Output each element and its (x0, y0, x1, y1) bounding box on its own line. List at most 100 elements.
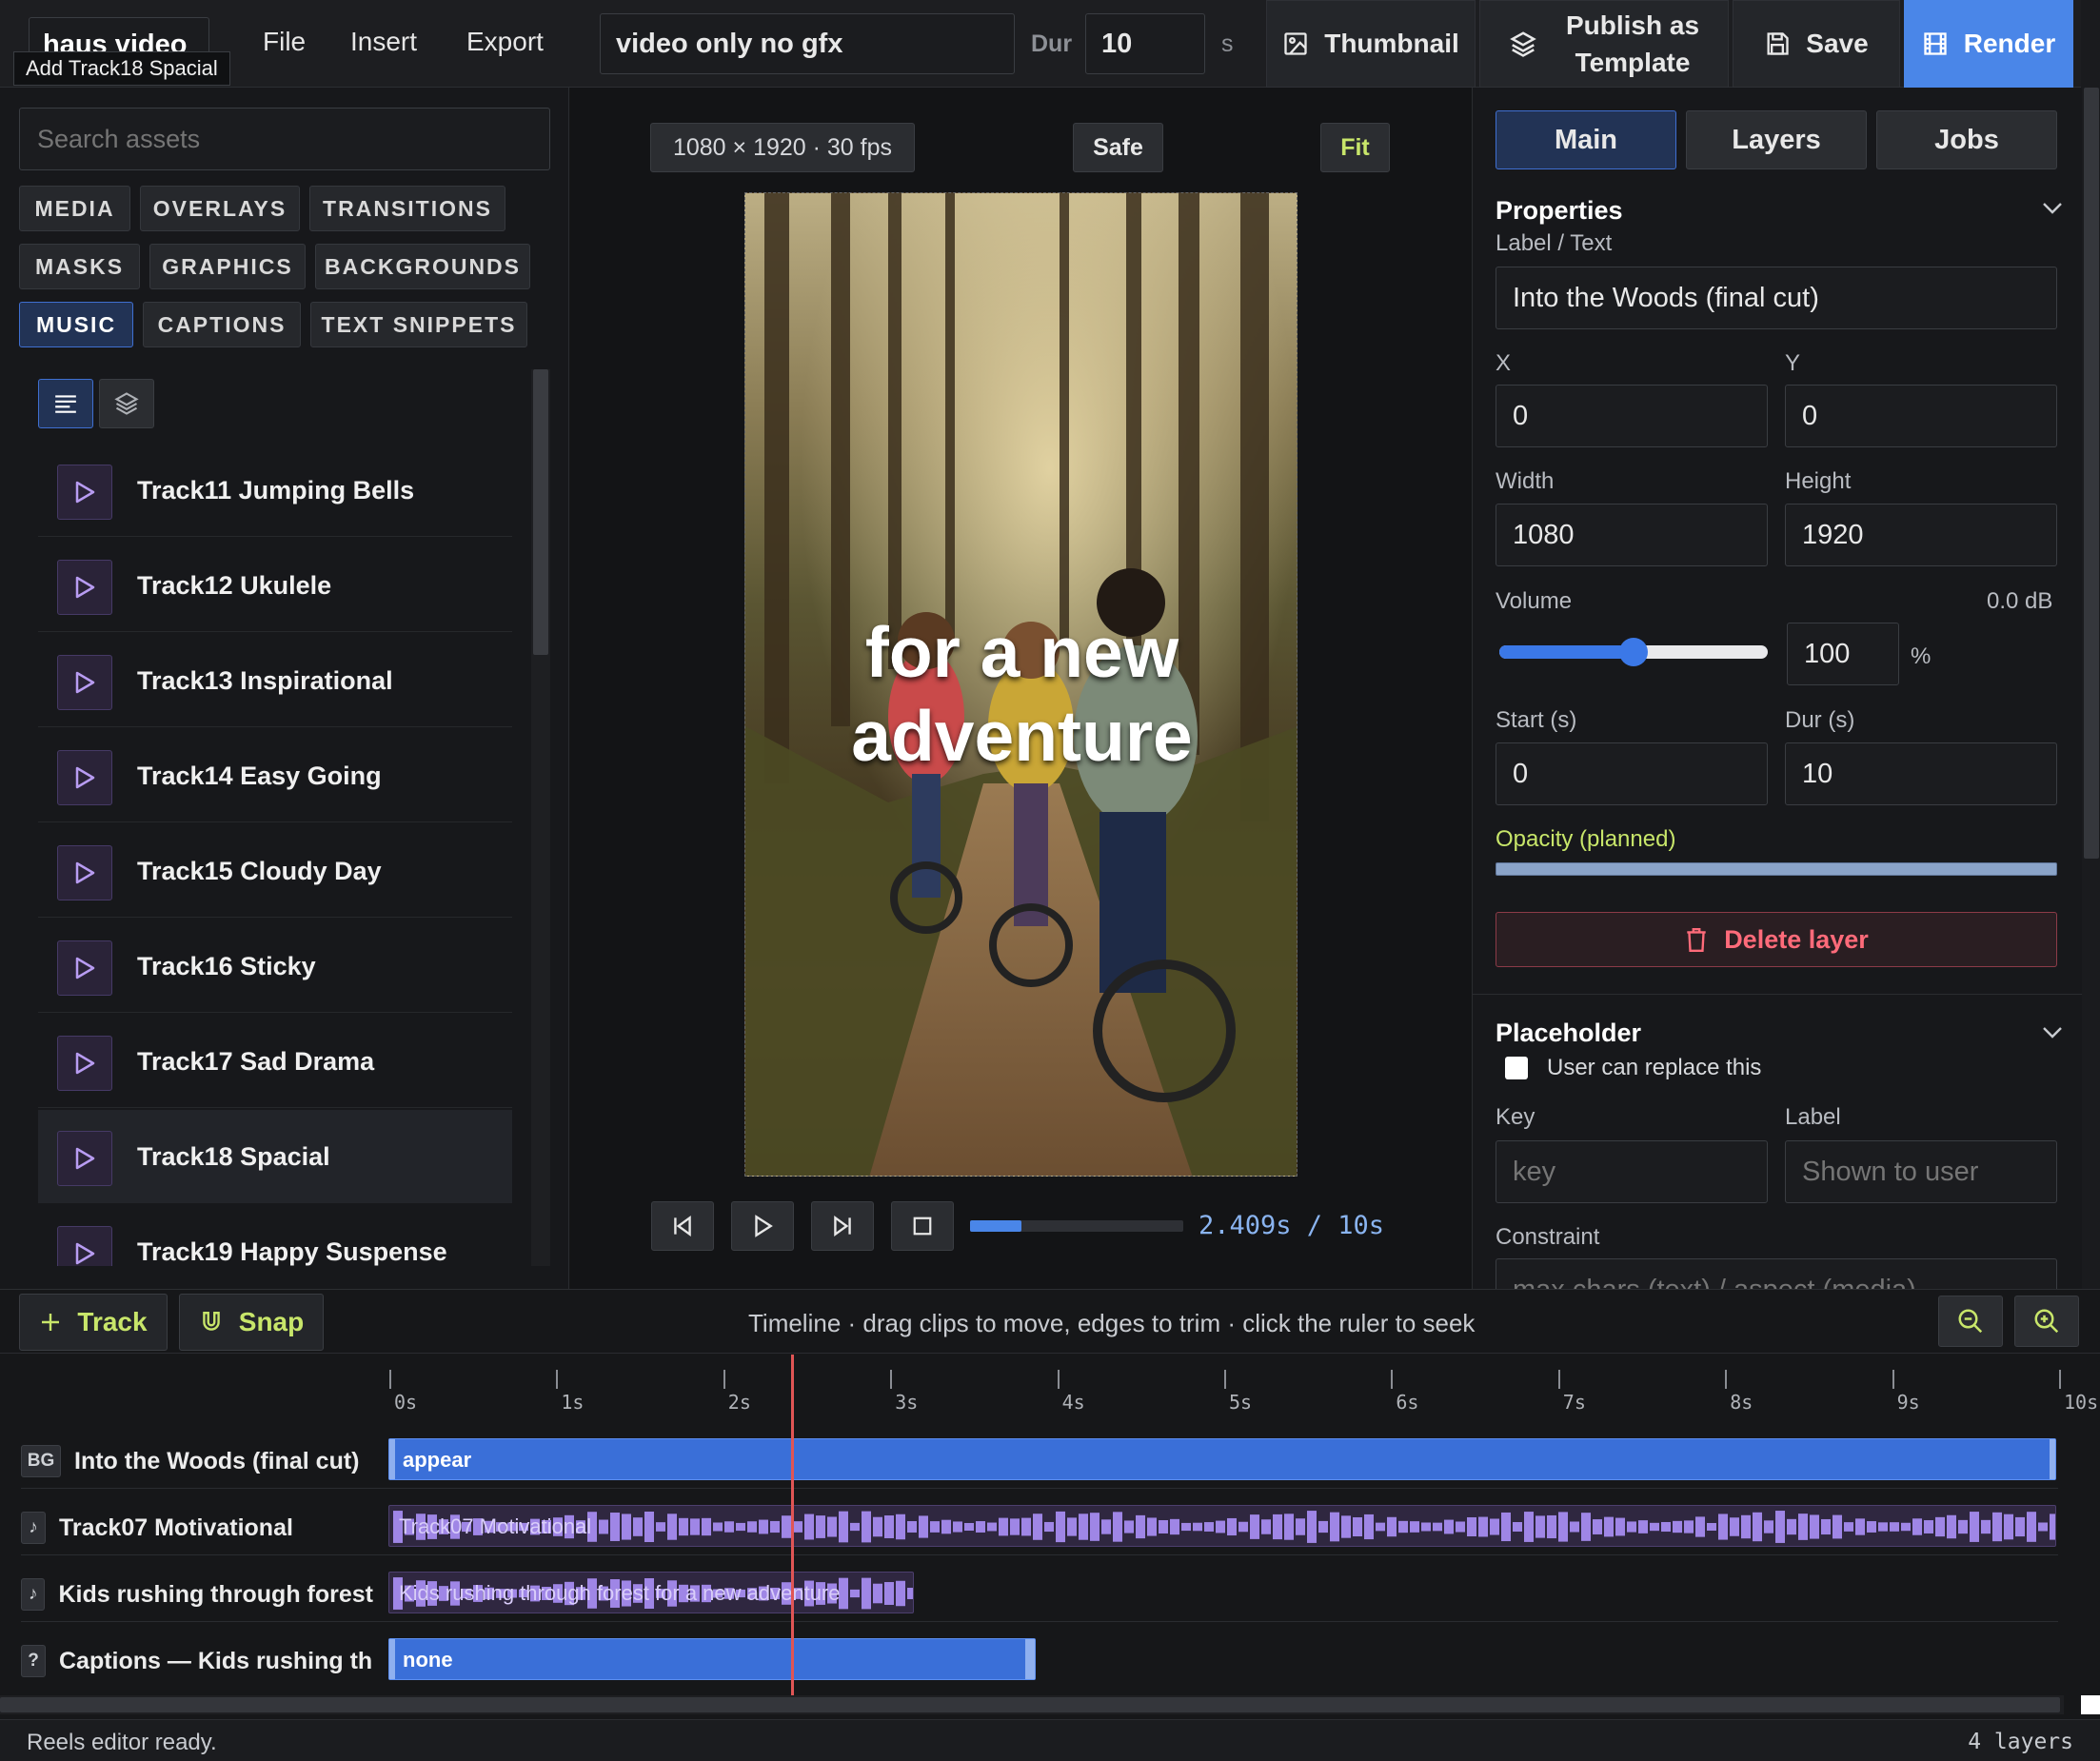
category-text-snippets[interactable]: TEXT SNIPPETS (310, 302, 527, 347)
skip-forward-button[interactable] (811, 1201, 874, 1251)
constraint-input[interactable] (1496, 1258, 2057, 1289)
category-media[interactable]: MEDIA (19, 186, 130, 231)
music-track-item[interactable]: Track15 Cloudy Day (38, 824, 512, 918)
width-label: Width (1496, 468, 1555, 494)
delete-layer-label: Delete layer (1724, 924, 1869, 954)
waveform-bar (1833, 1514, 1842, 1539)
play-icon[interactable] (57, 1131, 112, 1186)
dur-input[interactable] (1785, 742, 2057, 805)
ruler-tick (1725, 1370, 1728, 1389)
width-input[interactable] (1496, 504, 1768, 566)
waveform-bar (1764, 1520, 1773, 1533)
caption-overlay[interactable]: for a new adventure (745, 610, 1297, 778)
music-track-item[interactable]: Track17 Sad Drama (38, 1015, 512, 1108)
tab-main[interactable]: Main (1496, 110, 1676, 169)
play-button[interactable] (731, 1201, 794, 1251)
waveform-bar (976, 1521, 985, 1533)
play-icon[interactable] (57, 1036, 112, 1091)
category-music[interactable]: MUSIC (19, 302, 133, 347)
waveform-bar (1067, 1517, 1077, 1536)
window-scrollbar[interactable] (2081, 0, 2100, 88)
inspector-scrollbar[interactable] (2082, 88, 2100, 1289)
tab-jobs[interactable]: Jobs (1876, 110, 2057, 169)
category-masks[interactable]: MASKS (19, 244, 140, 289)
play-icon[interactable] (57, 655, 112, 710)
play-icon[interactable] (57, 1226, 112, 1266)
render-button[interactable]: Render (1904, 0, 2073, 88)
start-input[interactable] (1496, 742, 1768, 805)
thumbnail-button[interactable]: Thumbnail (1266, 0, 1476, 88)
audio-clip[interactable]: Kids rushing through forest for a new ad… (388, 1572, 914, 1613)
y-input[interactable] (1785, 385, 2057, 447)
timeline-ruler[interactable]: 0s 1s 2s 3s 4s 5s 6s 7s 8s 9s 10s (0, 1290, 2098, 1423)
music-track-item[interactable]: Track12 Ukulele (38, 539, 512, 632)
waveform-bar (1707, 1522, 1716, 1532)
key-input[interactable] (1496, 1140, 1768, 1203)
project-name-input[interactable] (600, 13, 1015, 74)
waveform-bar (1238, 1521, 1248, 1533)
music-track-item[interactable]: Track11 Jumping Bells (38, 444, 512, 537)
duration-input[interactable] (1085, 13, 1205, 74)
category-overlays[interactable]: OVERLAYS (140, 186, 300, 231)
tab-layers[interactable]: Layers (1686, 110, 1867, 169)
waveform-bar (656, 1522, 665, 1532)
playhead[interactable] (790, 1355, 794, 1695)
menu-file[interactable]: File (263, 27, 306, 57)
playback-progress[interactable] (970, 1220, 1183, 1232)
caption-clip[interactable]: none (388, 1638, 1036, 1680)
replace-checkbox[interactable] (1505, 1057, 1528, 1079)
opacity-bar[interactable] (1496, 862, 2057, 876)
stop-button[interactable] (891, 1201, 954, 1251)
audio-clip[interactable]: Track07 Motivational (388, 1505, 2056, 1547)
scrollbar-thumb[interactable] (2084, 88, 2099, 859)
play-icon[interactable] (57, 750, 112, 805)
chevron-down-icon[interactable] (2042, 202, 2063, 215)
label-text-input[interactable] (1496, 267, 2057, 329)
list-view-toggle[interactable] (38, 379, 93, 428)
category-transitions[interactable]: TRANSITIONS (309, 186, 505, 231)
waveform-bar (873, 1583, 882, 1604)
ruler-tick (1391, 1370, 1394, 1389)
resize-corner[interactable] (2081, 1695, 2100, 1714)
chevron-down-icon[interactable] (2042, 1026, 2063, 1039)
publish-label-2: Template (1575, 48, 1691, 77)
save-button[interactable]: Save (1733, 0, 1900, 88)
play-icon[interactable] (57, 940, 112, 996)
video-clip[interactable]: appear (388, 1438, 2056, 1480)
scrollbar-thumb[interactable] (0, 1697, 2060, 1712)
category-graphics[interactable]: GRAPHICS (149, 244, 306, 289)
audio-waveform (393, 1511, 2055, 1543)
music-track-item-selected[interactable]: Track18 Spacial (38, 1110, 512, 1203)
play-icon[interactable] (57, 465, 112, 520)
volume-slider-thumb[interactable] (1619, 638, 1648, 666)
timeline-horizontal-scrollbar[interactable] (0, 1695, 2064, 1714)
fit-button[interactable]: Fit (1320, 123, 1390, 172)
music-track-item[interactable]: Track16 Sticky (38, 920, 512, 1013)
waveform-bar (1170, 1518, 1179, 1535)
play-icon[interactable] (57, 560, 112, 615)
safe-area-button[interactable]: Safe (1073, 123, 1163, 172)
x-input[interactable] (1496, 385, 1768, 447)
music-track-item[interactable]: Track14 Easy Going (38, 729, 512, 822)
category-backgrounds[interactable]: BACKGROUNDS (315, 244, 530, 289)
label-input[interactable] (1785, 1140, 2057, 1203)
skip-back-button[interactable] (651, 1201, 714, 1251)
track-title: Track19 Happy Suspense (137, 1237, 447, 1266)
waveform-bar (1433, 1522, 1442, 1532)
play-icon[interactable] (57, 845, 112, 900)
volume-slider[interactable] (1499, 638, 1768, 666)
music-track-item[interactable]: Track19 Happy Suspense (38, 1205, 512, 1266)
menu-export[interactable]: Export (466, 27, 544, 57)
volume-input[interactable] (1787, 623, 1899, 685)
asset-list-scrollbar[interactable] (531, 369, 550, 1266)
scrollbar-thumb[interactable] (533, 369, 548, 655)
delete-layer-button[interactable]: Delete layer (1496, 912, 2057, 967)
video-canvas[interactable]: for a new adventure (744, 192, 1298, 1177)
music-track-item[interactable]: Track13 Inspirational (38, 634, 512, 727)
grid-view-toggle[interactable] (99, 379, 154, 428)
category-captions[interactable]: CAPTIONS (143, 302, 301, 347)
publish-template-button[interactable]: Publish as Template (1479, 0, 1729, 88)
menu-insert[interactable]: Insert (350, 27, 417, 57)
asset-search-input[interactable] (19, 108, 550, 170)
height-input[interactable] (1785, 504, 2057, 566)
